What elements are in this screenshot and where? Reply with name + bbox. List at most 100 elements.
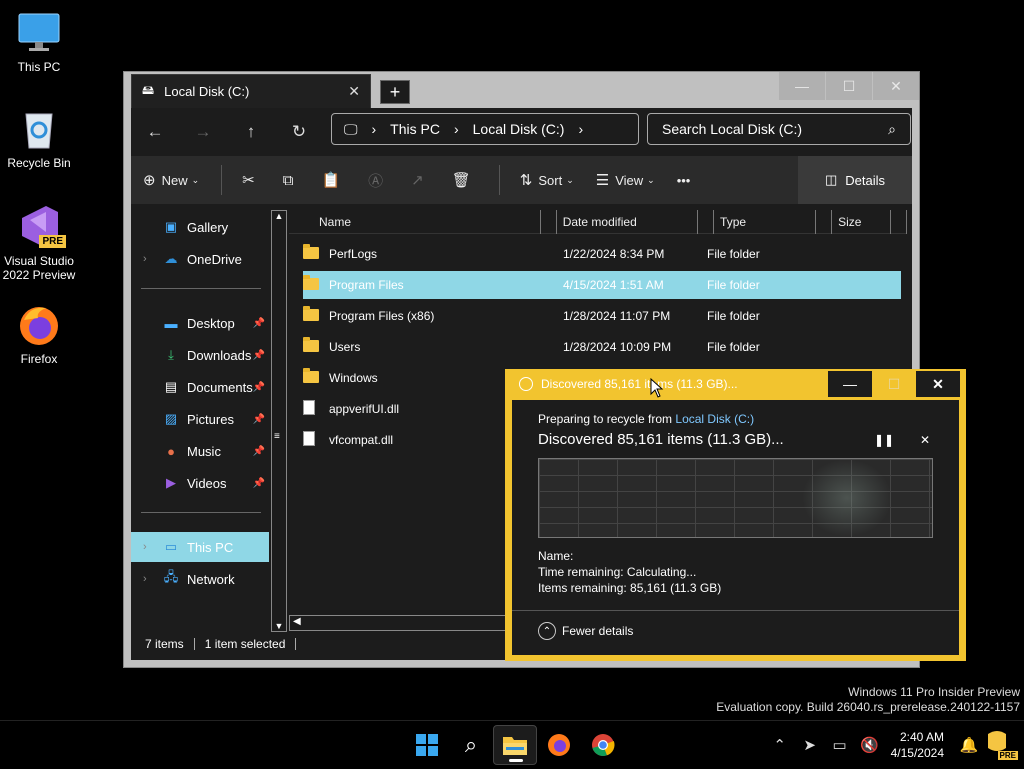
desktop-icon-visual-studio[interactable]: PRE Visual Studio 2022 Preview (0, 204, 78, 282)
back-arrow-icon[interactable]: ← (131, 122, 179, 142)
cut-button[interactable]: ✂ (242, 171, 261, 189)
pin-icon[interactable]: 📌 (253, 478, 265, 489)
more-options-button[interactable]: ••• (677, 173, 691, 188)
maximize-button[interactable]: ☐ (826, 72, 872, 100)
details-pane-button[interactable]: ◫ Details (798, 156, 912, 204)
notification-bell-icon[interactable]: 🔔 (954, 736, 984, 754)
scissors-icon: ✂ (242, 172, 255, 189)
chevron-down-icon: ⌄ (647, 174, 655, 185)
pin-icon[interactable]: 📌 (253, 318, 265, 329)
item-count: 7 items (145, 637, 184, 651)
clock[interactable]: 2:40 AM 4/15/2024 (891, 729, 944, 761)
sidebar-item-desktop[interactable]: ▬ Desktop 📌 (131, 308, 269, 338)
sidebar-item-label: Desktop (187, 315, 235, 331)
file-row[interactable]: PerfLogs 1/22/2024 8:34 PM File folder (303, 240, 901, 268)
fewer-details-button[interactable]: ⌃ Fewer details (538, 622, 633, 640)
search-button[interactable]: ⌕ (449, 725, 493, 765)
scroll-down-icon[interactable]: ▼ (272, 621, 286, 631)
breadcrumb-local-disk[interactable]: Local Disk (C:) (473, 121, 565, 137)
desktop-icon-this-pc[interactable]: This PC (0, 10, 78, 74)
sort-button[interactable]: ⇅ Sort ⌄ (520, 171, 574, 189)
sidebar-item-network[interactable]: › 🖧 Network (131, 564, 269, 594)
address-bar[interactable]: 🖵 › This PC › Local Disk (C:) › (331, 113, 639, 145)
horizontal-scrollbar[interactable]: ◀ (289, 615, 509, 631)
taskbar-firefox[interactable] (537, 725, 581, 765)
discovered-status: Discovered 85,161 items (11.3 GB)... (538, 431, 784, 448)
column-type[interactable]: Type (714, 209, 817, 234)
column-size[interactable]: Size (832, 209, 892, 234)
file-row[interactable]: Program Files (x86) 1/28/2024 11:07 PM F… (303, 302, 901, 330)
pin-icon[interactable]: 📌 (253, 382, 265, 393)
status-divider (193, 638, 195, 650)
speed-graph (538, 458, 933, 538)
sidebar-item-gallery[interactable]: ▣ Gallery (131, 212, 269, 242)
taskbar-chrome[interactable] (581, 725, 625, 765)
copilot-icon[interactable]: PRE (984, 730, 1018, 760)
desktop-icon-recycle-bin[interactable]: Recycle Bin (0, 106, 78, 170)
source-link[interactable]: Local Disk (C:) (675, 412, 754, 426)
forward-arrow-icon[interactable]: → (179, 122, 227, 142)
copy-button[interactable]: ⧉ (283, 172, 300, 189)
minimize-button[interactable]: — (779, 72, 825, 100)
refresh-icon[interactable]: ↻ (275, 122, 323, 142)
folder-icon (303, 243, 319, 259)
sidebar-item-videos[interactable]: ▶ Videos 📌 (131, 468, 269, 498)
column-headers: Name Date modified Type Size (289, 209, 907, 234)
tab-close-icon[interactable]: ✕ (348, 83, 360, 100)
location-icon[interactable]: ➤ (795, 736, 825, 754)
scroll-left-icon[interactable]: ◀ (293, 616, 301, 627)
dll-file-icon (303, 431, 315, 446)
taskbar-file-explorer[interactable] (493, 725, 537, 765)
display-icon[interactable]: ▭ (825, 736, 855, 754)
desktop-icon-firefox[interactable]: Firefox (0, 302, 78, 366)
file-type: File folder (707, 278, 760, 292)
up-arrow-icon[interactable]: ↑ (227, 122, 275, 142)
delete-button[interactable]: 🗑 (452, 171, 477, 189)
sidebar-item-onedrive[interactable]: › ☁ OneDrive (131, 244, 269, 274)
chevron-right-icon[interactable]: › (143, 541, 147, 553)
dialog-maximize-button: ☐ (887, 375, 901, 392)
sidebar-item-pictures[interactable]: ▨ Pictures 📌 (131, 404, 269, 434)
paste-button[interactable]: 📋 (321, 171, 346, 189)
file-row[interactable]: Users 1/28/2024 10:09 PM File folder (303, 333, 901, 361)
tab-local-disk[interactable]: 🖴 Local Disk (C:) ✕ (131, 74, 371, 108)
sort-label: Sort (538, 172, 563, 188)
sidebar-item-downloads[interactable]: ⤓ Downloads 📌 (131, 340, 269, 370)
sidebar-item-music[interactable]: ● Music 📌 (131, 436, 269, 466)
watermark-line1: Windows 11 Pro Insider Preview (848, 685, 1020, 699)
sidebar-item-documents[interactable]: ▤ Documents 📌 (131, 372, 269, 402)
clock-icon (519, 377, 533, 391)
sidebar-scrollbar[interactable]: ▲ ≡ ▼ (271, 210, 287, 632)
breadcrumb-this-pc[interactable]: This PC (390, 121, 440, 137)
sidebar-item-this-pc[interactable]: › ▭ This PC (131, 532, 269, 562)
new-tab-button[interactable]: + (380, 80, 410, 104)
cancel-button[interactable]: ✕ (920, 433, 930, 447)
rename-button[interactable]: Ⓐ (368, 170, 389, 191)
breadcrumb-separator: › (453, 121, 459, 137)
pin-icon[interactable]: 📌 (253, 414, 265, 425)
pin-icon[interactable]: 📌 (253, 446, 265, 457)
chevron-right-icon[interactable]: › (143, 573, 147, 585)
dialog-minimize-button[interactable]: — (828, 371, 872, 397)
column-name[interactable]: Name (289, 209, 541, 234)
speaker-muted-icon[interactable]: 🔇 (855, 736, 885, 754)
chevron-up-icon[interactable]: ⌃ (765, 736, 795, 754)
search-input[interactable]: Search Local Disk (C:) ⌕ (647, 113, 911, 145)
scroll-thumb[interactable]: ≡ (274, 431, 280, 442)
start-button[interactable] (405, 725, 449, 765)
share-button[interactable]: ↗ (411, 171, 430, 189)
file-row-selected[interactable]: Program Files 4/15/2024 1:51 AM File fol… (303, 271, 901, 299)
pause-button[interactable]: ❚❚ (874, 433, 894, 447)
watermark-line2: Evaluation copy. Build 26040.rs_prerelea… (716, 700, 1020, 714)
close-button[interactable]: ✕ (873, 72, 919, 100)
dialog-close-button[interactable]: ✕ (916, 371, 960, 397)
column-date-modified[interactable]: Date modified (557, 209, 699, 234)
navigation-pane: ▣ Gallery › ☁ OneDrive ▬ Desktop 📌 ⤓ Downloads… (131, 210, 269, 630)
pin-icon[interactable]: 📌 (253, 350, 265, 361)
graph-glow (802, 459, 892, 537)
chevron-right-icon[interactable]: › (143, 253, 147, 265)
breadcrumb-separator[interactable]: › (578, 121, 583, 137)
scroll-up-icon[interactable]: ▲ (272, 211, 286, 221)
view-button[interactable]: ☰ View ⌄ (596, 171, 655, 189)
new-button[interactable]: ⊕ New ⌄ (143, 171, 199, 189)
